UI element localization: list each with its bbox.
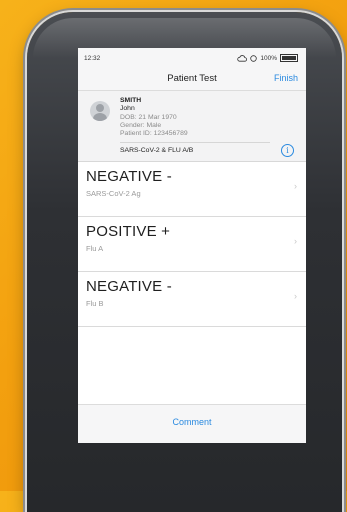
result-row[interactable]: POSITIVE + Flu A › (78, 217, 306, 272)
comment-button[interactable]: Comment (172, 417, 211, 427)
patient-details: SMITH John DOB: 21 Mar 1970 Gender: Male… (120, 97, 188, 138)
patient-first-name: John (120, 105, 135, 113)
patient-id: Patient ID: 123456789 (120, 130, 188, 138)
finish-button[interactable]: Finish (274, 73, 298, 83)
patient-last-name: SMITH (120, 97, 142, 104)
result-analyte: Flu B (86, 299, 104, 308)
patient-divider (120, 142, 270, 143)
result-row[interactable]: NEGATIVE - SARS-CoV-2 Ag › (78, 162, 306, 217)
lock-rotation-icon (250, 54, 258, 62)
patient-dob: DOB: 21 Mar 1970 (120, 113, 177, 121)
user-avatar-icon (90, 101, 110, 121)
patient-header: SMITH John DOB: 21 Mar 1970 Gender: Male… (78, 91, 306, 162)
status-bar: 12:32 100% (78, 48, 306, 68)
patient-gender: Gender: Male (120, 121, 162, 129)
cloud-icon (237, 54, 248, 62)
comment-bar: Comment (78, 404, 306, 443)
test-name: SARS-CoV-2 & FLU A/B (120, 147, 194, 154)
chevron-right-icon: › (294, 181, 297, 191)
status-time: 12:32 (84, 54, 101, 62)
result-value: POSITIVE + (86, 223, 171, 240)
page-title: Patient Test (167, 73, 217, 84)
nav-bar: Patient Test Finish (78, 68, 306, 91)
result-analyte: SARS-CoV-2 Ag (86, 189, 141, 198)
result-value: NEGATIVE - (86, 168, 172, 185)
battery-icon (280, 54, 298, 62)
battery-percent: 100% (260, 54, 277, 62)
chevron-right-icon: › (294, 236, 297, 246)
info-icon[interactable]: i (281, 144, 294, 157)
result-row[interactable]: NEGATIVE - Flu B › (78, 272, 306, 327)
result-analyte: Flu A (86, 244, 104, 253)
chevron-right-icon: › (294, 291, 297, 301)
result-value: NEGATIVE - (86, 278, 172, 295)
device-screen: 12:32 100% Patient Test Finish SMITH Joh… (78, 48, 306, 443)
status-icons: 100% (237, 54, 298, 62)
